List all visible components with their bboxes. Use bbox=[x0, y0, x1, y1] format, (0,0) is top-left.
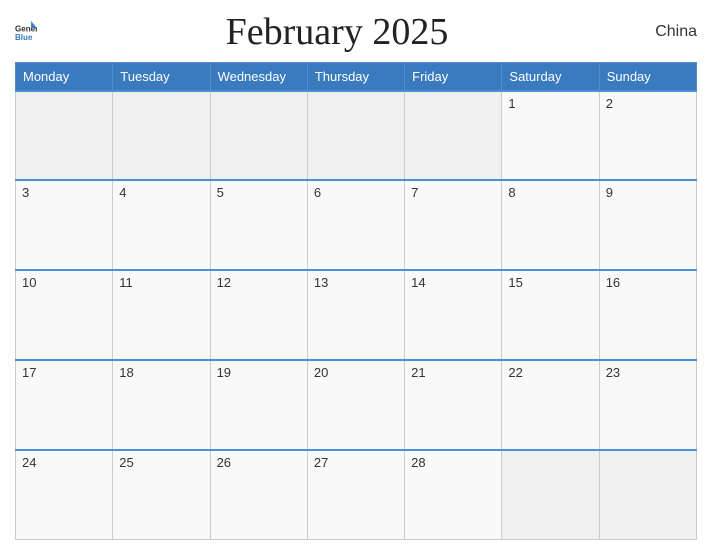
week-row-1: 12 bbox=[16, 91, 697, 181]
week-row-4: 17 18 19 20 21 22 23 bbox=[16, 360, 697, 450]
header-monday: Monday bbox=[16, 63, 113, 91]
day-number: 17 bbox=[22, 365, 36, 380]
calendar-cell-w1-d7: 2 bbox=[599, 91, 696, 181]
day-number: 27 bbox=[314, 455, 328, 470]
calendar-cell-w5-d7 bbox=[599, 450, 696, 540]
day-number: 20 bbox=[314, 365, 328, 380]
calendar-cell-w3-d3: 12 bbox=[210, 270, 307, 360]
day-number: 3 bbox=[22, 185, 29, 200]
logo: General Blue bbox=[15, 21, 37, 43]
day-number: 19 bbox=[217, 365, 231, 380]
calendar-body: 1234567891011121314151617181920212223242… bbox=[16, 91, 697, 540]
day-number: 6 bbox=[314, 185, 321, 200]
svg-text:Blue: Blue bbox=[15, 33, 33, 42]
day-number: 12 bbox=[217, 275, 231, 290]
day-number: 24 bbox=[22, 455, 36, 470]
day-number: 21 bbox=[411, 365, 425, 380]
calendar-cell-w2-d4: 6 bbox=[307, 180, 404, 270]
day-number: 15 bbox=[508, 275, 522, 290]
calendar-cell-w1-d1 bbox=[16, 91, 113, 181]
day-number: 10 bbox=[22, 275, 36, 290]
calendar-cell-w4-d3: 19 bbox=[210, 360, 307, 450]
calendar-cell-w2-d5: 7 bbox=[405, 180, 502, 270]
week-row-5: 24 25 26 27 28 bbox=[16, 450, 697, 540]
week-row-2: 3 4 5 6 7 8 9 bbox=[16, 180, 697, 270]
calendar-cell-w5-d5: 28 bbox=[405, 450, 502, 540]
day-number: 25 bbox=[119, 455, 133, 470]
day-number: 9 bbox=[606, 185, 613, 200]
calendar-table: Monday Tuesday Wednesday Thursday Friday… bbox=[15, 62, 697, 540]
calendar-cell-w2-d3: 5 bbox=[210, 180, 307, 270]
day-number: 26 bbox=[217, 455, 231, 470]
calendar-cell-w1-d2 bbox=[113, 91, 210, 181]
calendar-cell-w3-d5: 14 bbox=[405, 270, 502, 360]
day-number: 2 bbox=[606, 96, 613, 111]
header-saturday: Saturday bbox=[502, 63, 599, 91]
day-number: 23 bbox=[606, 365, 620, 380]
calendar-cell-w5-d3: 26 bbox=[210, 450, 307, 540]
calendar-cell-w3-d2: 11 bbox=[113, 270, 210, 360]
week-row-3: 10 11 12 13 14 15 16 bbox=[16, 270, 697, 360]
calendar-cell-w2-d6: 8 bbox=[502, 180, 599, 270]
day-number: 18 bbox=[119, 365, 133, 380]
calendar-cell-w1-d4 bbox=[307, 91, 404, 181]
day-number: 11 bbox=[119, 275, 133, 290]
calendar-cell-w4-d2: 18 bbox=[113, 360, 210, 450]
day-number: 14 bbox=[411, 275, 425, 290]
month-title: February 2025 bbox=[37, 10, 637, 54]
calendar-cell-w3-d4: 13 bbox=[307, 270, 404, 360]
day-number: 28 bbox=[411, 455, 425, 470]
calendar-cell-w3-d6: 15 bbox=[502, 270, 599, 360]
header-wednesday: Wednesday bbox=[210, 63, 307, 91]
calendar-cell-w4-d6: 22 bbox=[502, 360, 599, 450]
calendar-cell-w4-d7: 23 bbox=[599, 360, 696, 450]
header-tuesday: Tuesday bbox=[113, 63, 210, 91]
logo-icon: General Blue bbox=[15, 21, 37, 43]
day-number: 1 bbox=[508, 96, 515, 111]
calendar-cell-w3-d7: 16 bbox=[599, 270, 696, 360]
calendar-cell-w1-d3 bbox=[210, 91, 307, 181]
calendar-cell-w4-d4: 20 bbox=[307, 360, 404, 450]
header-friday: Friday bbox=[405, 63, 502, 91]
calendar-cell-w1-d6: 1 bbox=[502, 91, 599, 181]
header-thursday: Thursday bbox=[307, 63, 404, 91]
calendar-cell-w5-d1: 24 bbox=[16, 450, 113, 540]
day-number: 22 bbox=[508, 365, 522, 380]
day-number: 5 bbox=[217, 185, 224, 200]
day-number: 8 bbox=[508, 185, 515, 200]
country-label: China bbox=[637, 23, 697, 41]
day-number: 4 bbox=[119, 185, 126, 200]
calendar-cell-w4-d1: 17 bbox=[16, 360, 113, 450]
calendar-cell-w5-d4: 27 bbox=[307, 450, 404, 540]
calendar-cell-w4-d5: 21 bbox=[405, 360, 502, 450]
header: General Blue February 2025 China bbox=[15, 10, 697, 54]
header-sunday: Sunday bbox=[599, 63, 696, 91]
day-number: 13 bbox=[314, 275, 328, 290]
calendar-cell-w2-d2: 4 bbox=[113, 180, 210, 270]
calendar-cell-w1-d5 bbox=[405, 91, 502, 181]
weekday-header-row: Monday Tuesday Wednesday Thursday Friday… bbox=[16, 63, 697, 91]
day-number: 7 bbox=[411, 185, 418, 200]
calendar-cell-w5-d2: 25 bbox=[113, 450, 210, 540]
calendar-page: General Blue February 2025 China Monday … bbox=[0, 0, 712, 550]
calendar-cell-w2-d7: 9 bbox=[599, 180, 696, 270]
calendar-cell-w3-d1: 10 bbox=[16, 270, 113, 360]
calendar-cell-w5-d6 bbox=[502, 450, 599, 540]
calendar-cell-w2-d1: 3 bbox=[16, 180, 113, 270]
day-number: 16 bbox=[606, 275, 620, 290]
